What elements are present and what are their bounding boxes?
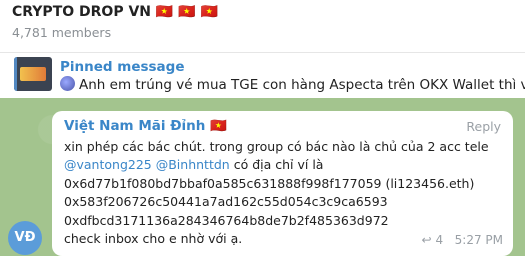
wallet-address: 0x6d77b1f080bd7bbaf0a585c631888f998f1770… [64, 175, 475, 191]
message-time: 5:27 PM [454, 233, 503, 247]
member-count: 4,781 members [12, 25, 112, 40]
reply-arrow-icon: ↩ [421, 233, 432, 247]
pinned-message-title: Pinned message [60, 59, 185, 75]
message-text: xin phép các bác chút. trong group có bá… [64, 138, 504, 248]
message-line: xin phép các bác chút. trong group có bá… [64, 139, 489, 154]
mention-link[interactable]: @vantong225 [64, 157, 152, 172]
reply-button[interactable]: Reply [466, 119, 501, 134]
message-meta: ↩ 4 5:27 PM [421, 233, 503, 247]
reply-count[interactable]: 4 [436, 233, 444, 247]
message-bubble[interactable]: Việt Nam Mãi Đỉnh 🇻🇳 Reply xin phép các … [52, 111, 513, 256]
message-line-suffix: có địa chỉ ví là [233, 157, 324, 173]
wallet-address: 0xdfbcd3171136a284346764b8de7b2f485363d9… [64, 212, 389, 228]
message-line: @vantong225 @Binhnttdn có địa chỉ ví là [64, 156, 504, 174]
pinned-thumbnail [14, 57, 52, 91]
wallet-address: 0x583f206726c50441a7ad162c55d054c3c9ca65… [64, 194, 388, 210]
chat-header[interactable]: CRYPTO DROP VN 🇻🇳 🇻🇳 🇻🇳 4,781 members [0, 0, 525, 43]
group-title: CRYPTO DROP VN 🇻🇳 🇻🇳 🇻🇳 [12, 4, 218, 20]
custom-emoji-icon [60, 76, 75, 91]
mention-link[interactable]: @Binhnttdn [156, 157, 230, 172]
avatar[interactable]: VĐ [8, 221, 42, 255]
pinned-message-preview: Anh em trúng vé mua TGE con hàng Aspecta… [60, 76, 525, 94]
sender-name[interactable]: Việt Nam Mãi Đỉnh 🇻🇳 [64, 118, 227, 134]
pinned-message-bar[interactable]: Pinned message Anh em trúng vé mua TGE c… [0, 52, 525, 94]
pinned-message-text: Anh em trúng vé mua TGE con hàng Aspecta… [79, 77, 525, 93]
